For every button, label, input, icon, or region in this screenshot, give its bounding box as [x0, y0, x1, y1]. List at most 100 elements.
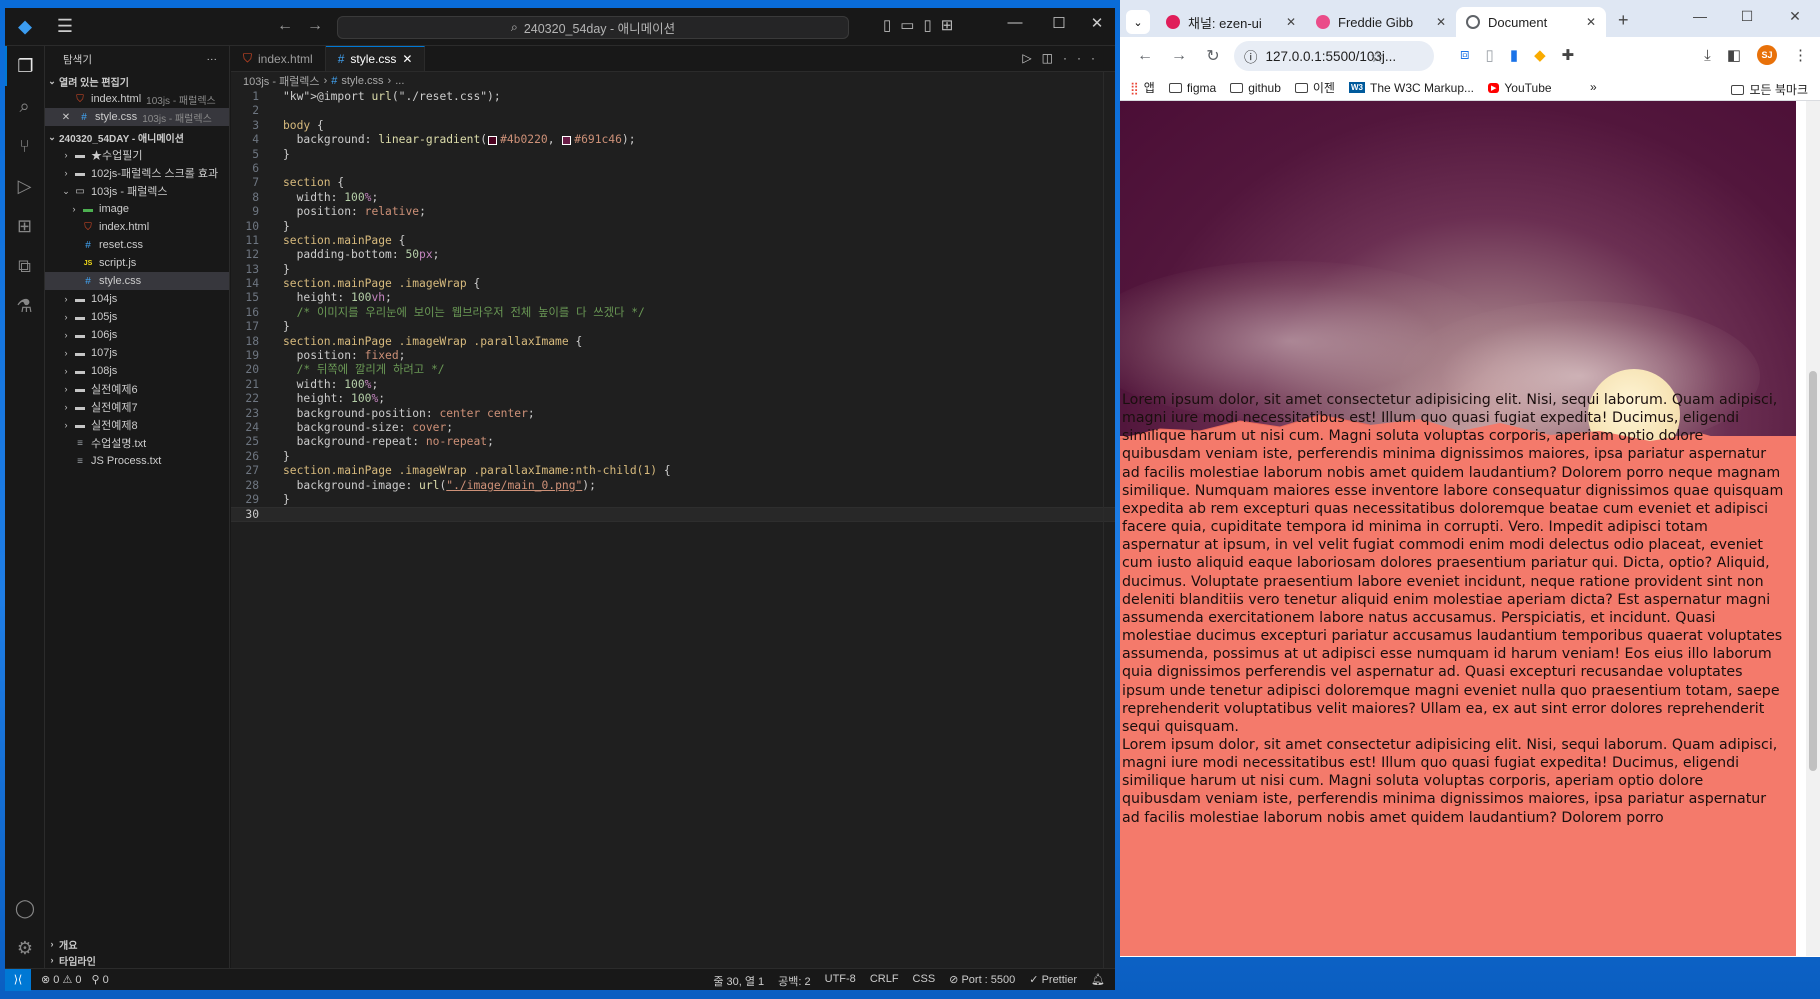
extension-icon[interactable]: ▮ — [1510, 46, 1518, 64]
timeline-section[interactable]: › 타임라인 — [45, 952, 229, 968]
kebab-menu-icon[interactable]: ⋮ — [1793, 46, 1808, 64]
back-arrow-icon[interactable]: ← — [277, 17, 307, 34]
star-bookmark-icon[interactable]: ☆ — [1360, 47, 1394, 67]
forward-arrow-icon[interactable]: → — [307, 17, 337, 34]
new-tab-icon[interactable]: + — [1618, 10, 1629, 31]
tab-index-html[interactable]: ⛉ index.html — [231, 46, 326, 71]
gear-icon[interactable]: ⚙ — [5, 928, 45, 968]
minimize-icon[interactable]: — — [993, 14, 1037, 31]
browser-tab[interactable]: Freddie Gibb ✕ — [1306, 7, 1456, 37]
tree-item[interactable]: # style.css — [45, 272, 229, 290]
split-editor-icon[interactable]: ◫ — [1042, 51, 1063, 65]
code-line[interactable]: 30 — [231, 507, 1115, 522]
breadcrumb-folder[interactable]: 103js - 패럴렉스 — [243, 73, 320, 89]
hamburger-menu-icon[interactable]: ☰ — [45, 16, 85, 37]
maximize-icon[interactable]: ☐ — [1727, 8, 1767, 25]
extension-icon[interactable]: ◆ — [1534, 46, 1546, 64]
scrollbar-thumb[interactable] — [1809, 371, 1817, 771]
address-bar[interactable]: ⓘ 127.0.0.1:5500/103j... — [1234, 41, 1434, 71]
bookmark-folder[interactable]: figma — [1168, 81, 1216, 95]
all-bookmarks[interactable]: 모든 북마크 — [1731, 81, 1808, 98]
bookmark-link[interactable]: ▶ YouTube — [1488, 81, 1552, 95]
tree-item[interactable]: ⛉ index.html — [45, 218, 229, 236]
tree-item[interactable]: › ▬ 102js-패럴렉스 스크롤 효과 — [45, 164, 229, 182]
close-tab-icon[interactable]: ✕ — [402, 52, 412, 66]
tree-item[interactable]: › ▬ 106js — [45, 326, 229, 344]
encoding[interactable]: UTF-8 — [825, 973, 856, 989]
search-icon[interactable]: ⌕ — [5, 86, 44, 126]
remote-indicator-icon[interactable]: ⟩⟨ — [5, 968, 31, 991]
tree-item[interactable]: › ▬ 104js — [45, 290, 229, 308]
run-debug-icon[interactable]: ▷ — [5, 166, 44, 206]
open-editor-item-active[interactable]: ✕ # style.css 103js - 패럴렉스 — [45, 108, 229, 126]
line-ending[interactable]: CRLF — [870, 973, 899, 989]
avatar[interactable]: SJ — [1757, 45, 1777, 65]
chevron-double-right-icon[interactable]: » — [1590, 80, 1597, 94]
side-panel-icon[interactable]: ◧ — [1727, 46, 1741, 64]
remote-explorer-icon[interactable]: ⧉ — [5, 246, 44, 286]
code-line[interactable]: 3 body { — [231, 119, 1115, 133]
breadcrumb-symbol[interactable]: ... — [395, 75, 404, 87]
page-scrollbar[interactable] — [1806, 101, 1820, 956]
code-line[interactable]: 26} — [231, 450, 1115, 464]
breadcrumb-file[interactable]: style.css — [341, 75, 383, 87]
close-icon[interactable]: ✕ — [59, 112, 73, 123]
open-editors-section[interactable]: ⌄ 열려 있는 편집기 — [45, 72, 229, 90]
code-line[interactable]: 1 "kw">@import url("./reset.css"); — [231, 90, 1115, 104]
tree-item[interactable]: › ▬ 105js — [45, 308, 229, 326]
account-icon[interactable]: ◯ — [5, 888, 45, 928]
explorer-icon[interactable]: ❐ — [5, 46, 44, 86]
code-line[interactable]: 6 — [231, 162, 1115, 176]
tree-item[interactable]: ≡ JS Process.txt — [45, 452, 229, 470]
code-line[interactable]: 5} — [231, 148, 1115, 162]
bookmark-link[interactable]: W3 The W3C Markup... — [1348, 81, 1474, 95]
bookmark-apps[interactable]: ⣿ 앱 — [1130, 79, 1155, 96]
code-line[interactable]: 23 background-position: center center; — [231, 407, 1115, 421]
ports-indicator[interactable]: ⚲ 0 — [92, 973, 109, 986]
back-icon[interactable]: ← — [1128, 47, 1162, 65]
code-line[interactable]: 15 height: 100vh; — [231, 291, 1115, 305]
code-line[interactable]: 24 background-size: cover; — [231, 421, 1115, 435]
code-line[interactable]: 29} — [231, 493, 1115, 507]
tree-item[interactable]: ⌄ ▭ 103js - 패럴렉스 — [45, 182, 229, 200]
tree-item[interactable]: › ▬ ★수업필기 — [45, 146, 229, 164]
code-line[interactable]: 22 height: 100%; — [231, 392, 1115, 406]
more-actions-icon[interactable]: ··· — [1063, 51, 1105, 65]
open-editor-item[interactable]: ⛉ index.html 103js - 패럴렉스 — [45, 90, 229, 108]
close-icon[interactable]: ✕ — [1075, 14, 1119, 32]
puzzle-extensions-icon[interactable]: ✚ — [1562, 46, 1575, 64]
code-line[interactable]: 20 /* 뒤쪽에 깔리게 하려고 */ — [231, 363, 1115, 377]
live-server-port[interactable]: ⊘ Port : 5500 — [949, 973, 1015, 989]
code-line[interactable]: 8 width: 100%; — [231, 191, 1115, 205]
more-actions-icon[interactable]: ··· — [207, 53, 218, 65]
source-control-icon[interactable]: ⑂ — [5, 126, 44, 166]
code-line[interactable]: 18 section.mainPage .imageWrap .parallaxI… — [231, 335, 1115, 349]
run-icon[interactable]: ▷ — [1022, 51, 1041, 65]
code-line[interactable]: 17} — [231, 320, 1115, 334]
prettier-status[interactable]: ✓ Prettier — [1029, 973, 1077, 989]
problems-indicator[interactable]: ⊗ 0 ⚠ 0 — [41, 973, 82, 986]
toggle-secondary-sidebar-icon[interactable]: ▯ — [923, 17, 940, 34]
tab-style-css[interactable]: # style.css ✕ — [325, 46, 426, 71]
browser-tab-active[interactable]: Document ✕ — [1456, 7, 1606, 37]
page-viewport[interactable]: Lorem ipsum dolor, sit amet consectetur … — [1120, 101, 1796, 956]
tree-item[interactable]: › ▬ 실전예제6 — [45, 380, 229, 398]
extension-icon[interactable]: ▯ — [1486, 46, 1494, 64]
tree-item[interactable]: ≡ 수업설명.txt — [45, 434, 229, 452]
code-line[interactable]: 13} — [231, 263, 1115, 277]
code-line[interactable]: 28 background-image: url("./image/main_0… — [231, 479, 1115, 493]
toggle-panel-icon[interactable]: ▭ — [900, 17, 923, 34]
code-editor[interactable]: 1 "kw">@import url("./reset.css"); 2 3 body … — [231, 90, 1115, 522]
outline-section[interactable]: › 개요 — [45, 936, 229, 952]
tree-item[interactable]: # reset.css — [45, 236, 229, 254]
code-line[interactable]: 9 position: relative; — [231, 205, 1115, 219]
code-line[interactable]: 10} — [231, 220, 1115, 234]
code-line[interactable]: 12 padding-bottom: 50px; — [231, 248, 1115, 262]
extension-icon[interactable]: ⧈ — [1460, 46, 1470, 64]
tree-item[interactable]: › ▬ 실전예제8 — [45, 416, 229, 434]
tree-item[interactable]: JS script.js — [45, 254, 229, 272]
tree-item[interactable]: › ▬ 실전예제7 — [45, 398, 229, 416]
indentation[interactable]: 공백: 2 — [778, 973, 810, 989]
cursor-position[interactable]: 줄 30, 열 1 — [713, 973, 764, 989]
code-line[interactable]: 4 background: linear-gradient(#4b0220, #… — [231, 133, 1115, 147]
